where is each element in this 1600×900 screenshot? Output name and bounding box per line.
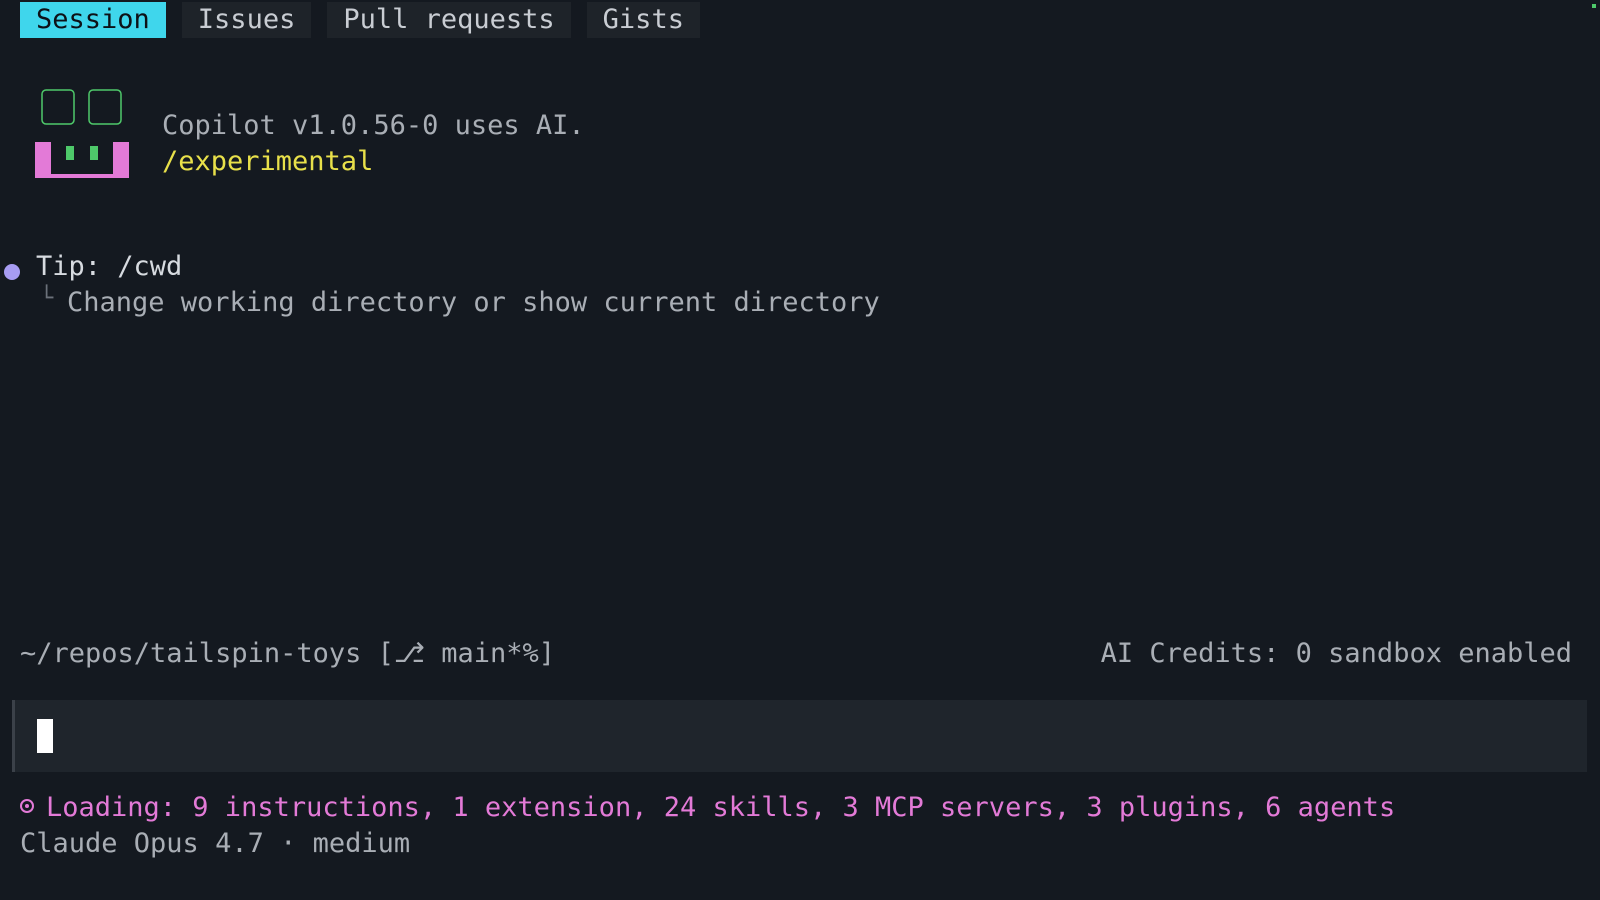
model-indicator: Claude Opus 4.7 · medium xyxy=(20,828,411,859)
indicator-dot-icon xyxy=(1592,4,1596,8)
loading-spinner-icon xyxy=(20,798,34,813)
terminal-screen: Session Issues Pull requests Gists Copil… xyxy=(0,0,1600,900)
current-directory: ~/repos/tailspin-toys [⎇ main*%] xyxy=(20,638,556,669)
tab-gists[interactable]: Gists xyxy=(586,2,700,38)
prompt-input[interactable] xyxy=(12,700,1587,772)
copilot-logo-icon xyxy=(34,88,134,188)
version-text: Copilot v1.0.56-0 uses AI. xyxy=(162,110,585,141)
tip-title: Tip: /cwd xyxy=(36,251,183,282)
loading-text: Loading: 9 instructions, 1 extension, 24… xyxy=(46,792,1396,823)
text-cursor xyxy=(37,719,53,753)
experimental-label: /experimental xyxy=(162,146,374,177)
tab-session[interactable]: Session xyxy=(20,2,166,38)
credits-status: AI Credits: 0 sandbox enabled xyxy=(1100,638,1572,669)
tip-description: Change working directory or show current… xyxy=(67,287,880,318)
tip-bullet-icon xyxy=(4,264,20,280)
loading-status: Loading: 9 instructions, 1 extension, 24… xyxy=(20,792,1395,823)
tree-branch-icon: └ xyxy=(40,286,54,311)
tab-bar: Session Issues Pull requests Gists xyxy=(20,2,700,38)
tab-pull-requests[interactable]: Pull requests xyxy=(327,2,571,38)
tab-issues[interactable]: Issues xyxy=(181,2,312,38)
